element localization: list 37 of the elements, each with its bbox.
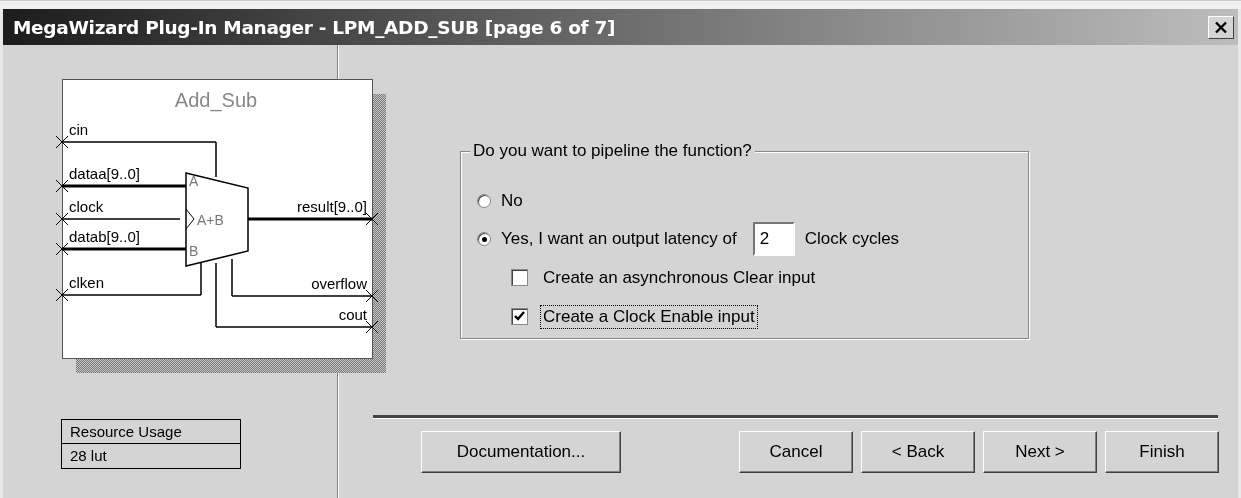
checkbox-label[interactable]: Create a Clock Enable input	[540, 304, 758, 329]
pin-label: clken	[69, 274, 105, 291]
dialog-button[interactable]: Cancel	[739, 431, 853, 473]
checkbox[interactable]	[511, 269, 528, 286]
checkbox-label[interactable]: Create an asynchronous Clear input	[540, 265, 819, 290]
operator-label: A+B	[197, 212, 224, 228]
radio-button[interactable]	[477, 232, 491, 246]
radio-label[interactable]: Yes, I want an output latency of	[501, 229, 737, 249]
pin-label: cin	[69, 121, 89, 138]
checkbox[interactable]	[511, 308, 528, 325]
close-button[interactable]	[1208, 15, 1234, 39]
dialog-button[interactable]: Finish	[1105, 431, 1219, 473]
pin-label: overflow	[311, 275, 367, 292]
pin-label: dataa[9..0]	[69, 165, 140, 182]
pin-label: clock	[69, 198, 104, 215]
wire-segment	[215, 141, 217, 178]
pin-label: datab[9..0]	[69, 228, 140, 245]
close-icon	[1214, 20, 1228, 34]
window-title: MegaWizard Plug-In Manager - LPM_ADD_SUB [page 6 of 7]	[13, 16, 616, 38]
unit-label: Clock cycles	[804, 229, 900, 249]
wire-segment	[215, 262, 217, 328]
dialog-button[interactable]: < Back	[861, 431, 975, 473]
port-label: A	[189, 173, 199, 189]
pin-label: result[9..0]	[296, 198, 367, 215]
radio-label[interactable]: No	[501, 191, 523, 211]
dialog-button[interactable]: Next >	[983, 431, 1097, 473]
radio-button[interactable]	[477, 194, 491, 208]
block-title: Add_Sub	[174, 89, 258, 111]
resource-usage-value: 28 lut	[69, 446, 108, 466]
pin-label: cout	[338, 306, 367, 323]
wire-segment	[200, 262, 202, 296]
resource-usage-heading: Resource Usage	[62, 420, 240, 444]
port-label: B	[189, 243, 199, 259]
dialog-button[interactable]: Documentation...	[421, 431, 621, 473]
latency-input-field[interactable]: 2	[752, 222, 795, 256]
wire-segment	[231, 258, 233, 297]
group-box-title: Do you want to pipeline the function?	[470, 141, 755, 161]
